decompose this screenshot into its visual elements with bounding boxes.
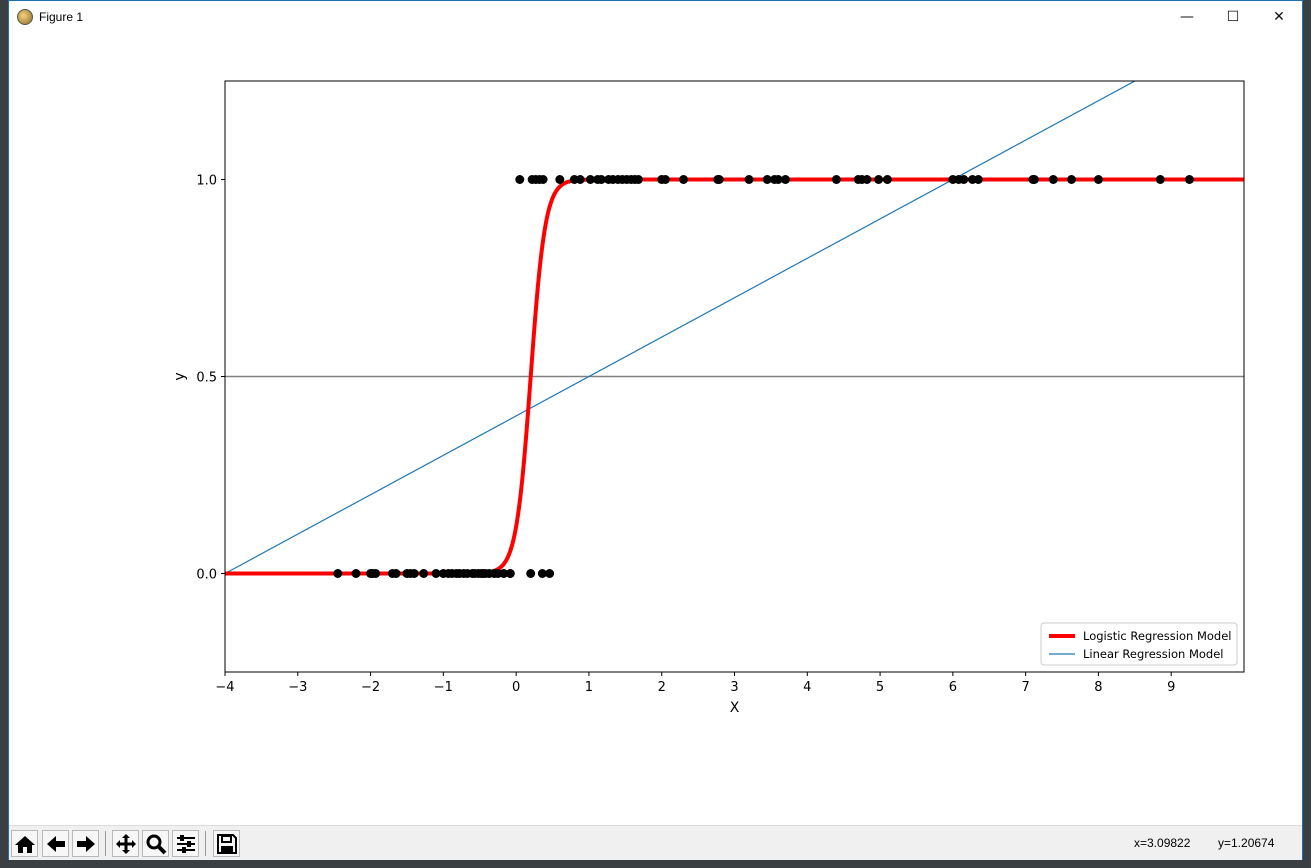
configure-subplots-button[interactable]: [172, 830, 199, 857]
pan-button[interactable]: [112, 830, 139, 857]
chart: −4 −3 −2 −1 0 1 2 3 4 5 6 7 8 9 0.0 0.5 1.0 Xy Logistic R…: [172, 80, 1245, 716]
data-point: [959, 175, 969, 184]
data-point: [575, 175, 585, 184]
data-point: [973, 175, 983, 184]
save-button[interactable]: [213, 830, 240, 857]
data-point: [526, 569, 536, 578]
x-tick-label: −2: [361, 680, 380, 695]
configure-subplots-icon: [176, 834, 195, 853]
y-tick-label: 0.5: [196, 371, 217, 386]
x-axis-label: X: [730, 700, 740, 716]
x-tick-label: 2: [658, 680, 666, 695]
data-point: [545, 569, 555, 578]
x-tick-label: −4: [215, 680, 234, 695]
x-tick-label: 0: [512, 680, 520, 695]
x-tick-label: 3: [730, 680, 738, 695]
x-tick-label: 1: [585, 680, 593, 695]
home-icon: [14, 835, 35, 853]
data-point: [874, 175, 884, 184]
data-point: [633, 175, 643, 184]
home-button[interactable]: [11, 830, 38, 857]
data-point: [371, 569, 381, 578]
toolbar-separator: [105, 831, 106, 856]
data-point: [660, 175, 670, 184]
x-coordinate-readout: x=3.09822: [1134, 836, 1191, 850]
back-icon: [46, 835, 65, 852]
y-axis-label: y: [172, 372, 188, 380]
data-point: [882, 175, 892, 184]
figure-window: Figure 1 — ☐ ✕ −4 −3 −2 −1 0 1 2 3 4 5 6 7 8 9 0.0 0.5 1…: [8, 0, 1303, 860]
data-point: [831, 175, 841, 184]
data-point: [1155, 175, 1165, 184]
data-point: [780, 175, 790, 184]
toolbar-separator: [205, 831, 206, 856]
navigation-toolbar: x=3.09822 y=1.20674: [9, 825, 1302, 860]
y-tick-label: 1.0: [196, 174, 217, 189]
back-button[interactable]: [42, 830, 69, 857]
data-point: [419, 569, 429, 578]
y-coordinate-readout: y=1.20674: [1218, 836, 1275, 850]
save-icon: [216, 833, 237, 854]
data-point: [515, 175, 525, 184]
data-point: [1066, 175, 1076, 184]
legend-entry: Linear Regression Model: [1083, 647, 1223, 661]
data-point: [679, 175, 689, 184]
x-tick-label: −3: [288, 680, 307, 695]
data-point: [1093, 175, 1103, 184]
x-tick-label: 6: [949, 680, 957, 695]
data-point: [505, 569, 515, 578]
zoom-icon: [146, 834, 166, 854]
linear-regression-line: [225, 81, 1137, 575]
data-point: [409, 569, 419, 578]
pan-icon: [115, 833, 136, 854]
zoom-button[interactable]: [142, 830, 169, 857]
data-point: [714, 175, 724, 184]
x-tick-label: 7: [1022, 680, 1030, 695]
legend-entry: Logistic Regression Model: [1083, 629, 1232, 643]
forward-icon: [76, 835, 95, 852]
forward-button[interactable]: [72, 830, 99, 857]
data-point: [555, 175, 565, 184]
figure-canvas[interactable]: −4 −3 −2 −1 0 1 2 3 4 5 6 7 8 9 0.0 0.5 1.0 Xy Logistic R…: [9, 32, 1302, 825]
x-tick-label: −1: [434, 680, 453, 695]
data-point: [538, 175, 548, 184]
data-point: [862, 175, 872, 184]
data-point: [1048, 175, 1058, 184]
x-tick-label: 8: [1094, 680, 1102, 695]
data-point: [744, 175, 754, 184]
y-tick-label: 0.0: [196, 568, 217, 583]
data-point: [333, 569, 343, 578]
x-tick-label: 5: [876, 680, 884, 695]
data-point: [1029, 175, 1039, 184]
x-tick-label: 4: [803, 680, 811, 695]
x-tick-label: 9: [1167, 680, 1175, 695]
data-point: [391, 569, 401, 578]
data-point: [351, 569, 361, 578]
data-point: [1184, 175, 1194, 184]
